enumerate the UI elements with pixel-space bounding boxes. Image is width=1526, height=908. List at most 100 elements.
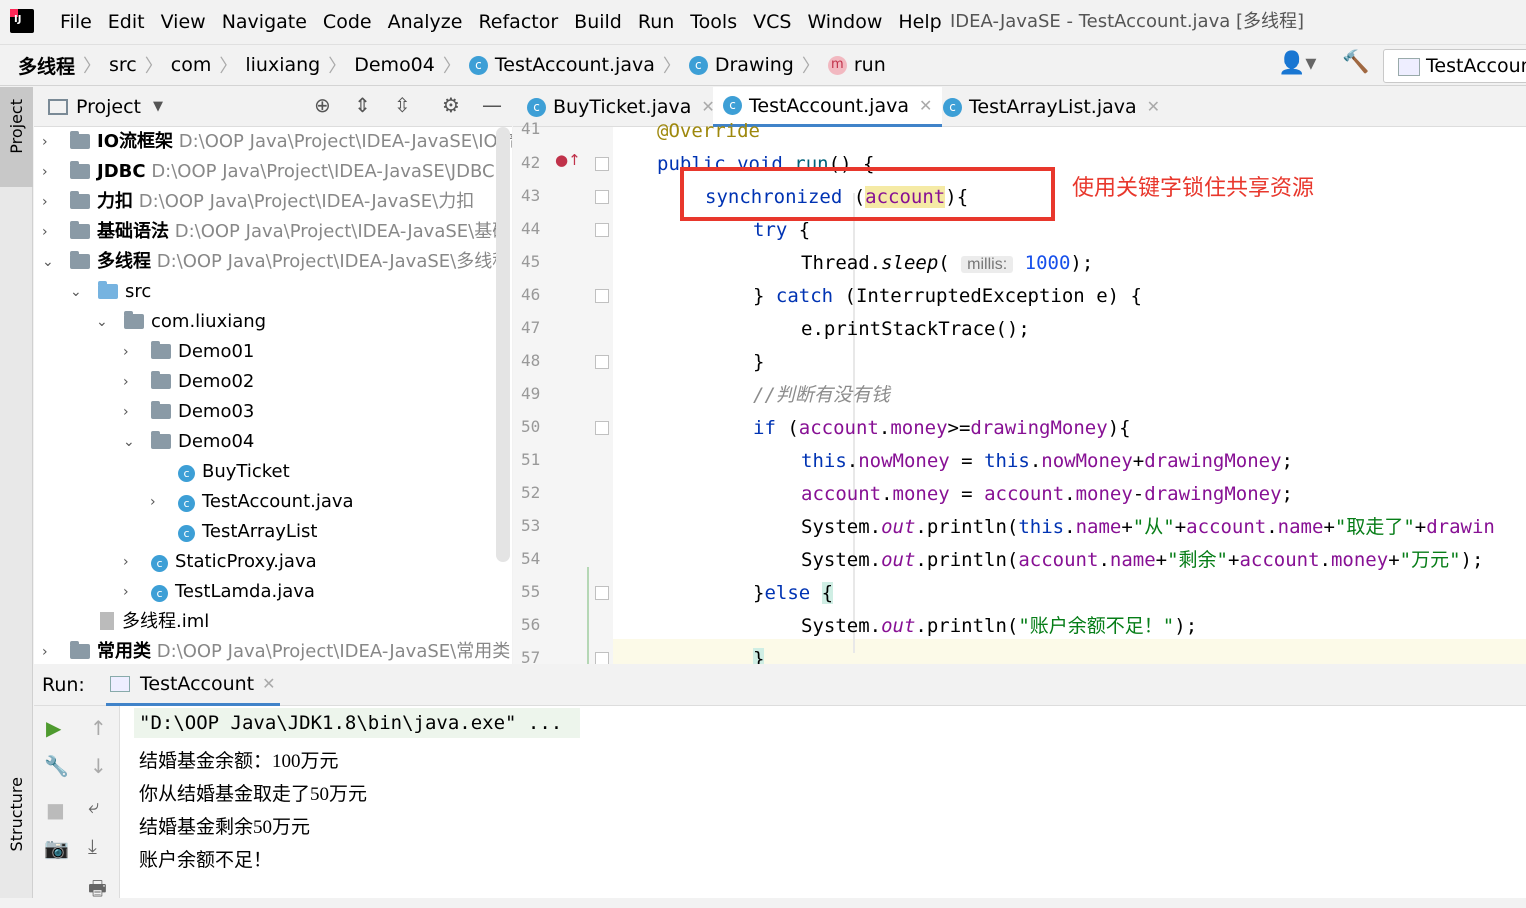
tree-item-path: D:\OOP Java\Project\IDEA-JavaSE\JDBC <box>151 161 495 182</box>
soft-wrap-icon[interactable]: ⤶ <box>88 794 99 818</box>
breadcrumb-project[interactable]: 多线程 <box>18 52 75 79</box>
run-tab-label: TestAccount <box>140 672 255 695</box>
line-number: 44 <box>521 219 541 238</box>
menu-tools[interactable]: Tools <box>682 0 745 44</box>
run-tab-testaccount[interactable]: TestAccount ✕ <box>106 664 280 706</box>
chevron-down-icon: ⌄ <box>96 314 108 330</box>
breadcrumb-class[interactable]: c Drawing <box>688 54 794 76</box>
tab-label: TestArrayList.java <box>969 96 1137 118</box>
tree-item-jdbc[interactable]: › JDBC D:\OOP Java\Project\IDEA-JavaSE\JD… <box>42 157 495 187</box>
tab-label: TestAccount.java <box>749 94 909 117</box>
menu-window[interactable]: Window <box>799 0 890 44</box>
menu-view[interactable]: View <box>153 0 214 44</box>
menu-build[interactable]: Build <box>566 0 630 44</box>
fold-icon[interactable] <box>595 421 609 435</box>
wrench-icon[interactable]: 🔧 <box>44 754 69 778</box>
chevron-right-icon: 〉 <box>219 56 238 77</box>
tree-item-demo03[interactable]: › Demo03 <box>123 397 254 427</box>
arrow-up-icon[interactable]: ↑ <box>90 716 107 740</box>
camera-icon[interactable]: 📷 <box>44 836 69 860</box>
hide-icon[interactable]: — <box>482 93 502 117</box>
line-number: 47 <box>521 318 541 337</box>
fold-icon[interactable] <box>595 190 609 204</box>
close-icon[interactable]: ✕ <box>919 87 932 126</box>
collapse-all-icon[interactable]: ⇳ <box>394 93 411 117</box>
print-icon[interactable]: 🖶 <box>88 874 107 908</box>
tree-item-io[interactable]: › IO流框架 D:\OOP Java\Project\IDEA-JavaSE\I… <box>42 127 512 157</box>
breadcrumb-file[interactable]: c TestAccount.java <box>468 54 655 76</box>
tree-item-testlamda[interactable]: › c TestLamda.java <box>123 577 315 607</box>
tree-item-demo02[interactable]: › Demo02 <box>123 367 254 397</box>
menu-code[interactable]: Code <box>315 0 380 44</box>
change-marker <box>587 567 589 664</box>
breadcrumb: 多线程〉 src 〉 com 〉 liuxiang 〉 Demo04 〉 c TestAc… <box>18 45 886 85</box>
stop-icon[interactable]: ■ <box>46 798 65 822</box>
chevron-right-icon: 〉 <box>801 56 820 77</box>
locate-icon[interactable]: ⊕ <box>314 93 331 117</box>
project-scrollbar[interactable] <box>496 127 510 562</box>
menu-navigate[interactable]: Navigate <box>214 0 315 44</box>
tree-item-multithread[interactable]: ⌄ 多线程 D:\OOP Java\Project\IDEA-JavaSE\多线程 <box>42 247 510 277</box>
menu-run[interactable]: Run <box>630 0 682 44</box>
tree-item-demo01[interactable]: › Demo01 <box>123 337 254 367</box>
chevron-right-icon: 〉 <box>662 56 681 77</box>
expand-all-icon[interactable]: ⇕ <box>354 93 371 117</box>
tree-item-testaccount[interactable]: › c TestAccount.java <box>150 487 354 517</box>
user-icon[interactable]: 👤▾ <box>1278 51 1316 76</box>
fold-icon[interactable] <box>595 157 609 171</box>
menu-help[interactable]: Help <box>890 0 949 44</box>
project-tool-tab[interactable]: Project <box>0 87 33 187</box>
menu-edit[interactable]: Edit <box>100 0 153 44</box>
project-view-selector[interactable]: Project ▼ <box>48 87 163 127</box>
console-icon <box>110 675 130 692</box>
run-configuration-select[interactable]: TestAccount <box>1383 49 1526 83</box>
window-title: IDEA-JavaSE - TestAccount.java [多线程] <box>950 11 1305 32</box>
menu-refactor[interactable]: Refactor <box>470 0 566 44</box>
structure-tool-tab[interactable]: Structure <box>7 777 26 851</box>
tree-item-likou[interactable]: › 力扣 D:\OOP Java\Project\IDEA-JavaSE\力扣 <box>42 187 474 217</box>
tree-item-changyonglei[interactable]: › 常用类 D:\OOP Java\Project\IDEA-JavaSE\常用类 <box>42 637 510 664</box>
scroll-to-end-icon[interactable]: ⤓ <box>88 834 97 858</box>
close-icon[interactable]: ✕ <box>262 674 275 693</box>
chevron-right-icon: 〉 <box>144 56 163 77</box>
line-number: 53 <box>521 516 541 535</box>
run-panel-header: Run: TestAccount ✕ <box>34 664 1526 706</box>
fold-icon[interactable] <box>595 289 609 303</box>
tab-testarraylist[interactable]: c TestArrayList.java ✕ <box>933 87 1170 127</box>
fold-icon[interactable] <box>595 223 609 237</box>
tree-item-buyticket[interactable]: c BuyTicket <box>178 457 290 487</box>
tree-item-label: 常用类 <box>97 641 151 662</box>
fold-icon[interactable] <box>595 652 609 664</box>
breadcrumb-src[interactable]: src <box>109 54 137 76</box>
tree-item-staticproxy[interactable]: › c StaticProxy.java <box>123 547 317 577</box>
breadcrumb-demo04[interactable]: Demo04 <box>354 54 435 76</box>
breadcrumb-method[interactable]: m run <box>827 54 886 76</box>
breadcrumb-com[interactable]: com <box>171 54 212 76</box>
fold-icon[interactable] <box>595 586 609 600</box>
line-number: 52 <box>521 483 541 502</box>
breadcrumb-liuxiang[interactable]: liuxiang <box>245 54 320 76</box>
chevron-right-icon: › <box>123 404 129 420</box>
tree-item-basics[interactable]: › 基础语法 D:\OOP Java\Project\IDEA-JavaSE\基础 <box>42 217 510 247</box>
tree-item-package[interactable]: ⌄ com.liuxiang <box>96 307 266 337</box>
chevron-right-icon: › <box>42 134 48 150</box>
arrow-down-icon[interactable]: ↓ <box>90 754 107 778</box>
chevron-down-icon: ⌄ <box>70 284 82 300</box>
override-marker-icon[interactable]: ●↑ <box>555 151 581 169</box>
tree-item-src[interactable]: ⌄ src <box>70 277 151 307</box>
line-number: 45 <box>521 252 541 271</box>
tree-item-label: 多线程 <box>97 251 151 272</box>
close-icon[interactable]: ✕ <box>1147 87 1160 127</box>
menu-analyze[interactable]: Analyze <box>380 0 471 44</box>
menu-file[interactable]: File <box>52 0 100 44</box>
tree-item-iml[interactable]: 多线程.iml <box>100 607 209 637</box>
menu-vcs[interactable]: VCS <box>745 0 799 44</box>
tree-item-demo04[interactable]: ⌄ Demo04 <box>123 427 254 457</box>
fold-icon[interactable] <box>595 355 609 369</box>
chevron-down-icon: ▼ <box>153 99 164 114</box>
gear-icon[interactable]: ⚙ <box>442 93 460 117</box>
build-hammer-icon[interactable]: 🔨 <box>1342 50 1369 75</box>
line-number: 55 <box>521 582 541 601</box>
tree-item-testarraylist[interactable]: c TestArrayList <box>178 517 317 547</box>
rerun-icon[interactable]: ▶ <box>46 716 61 740</box>
